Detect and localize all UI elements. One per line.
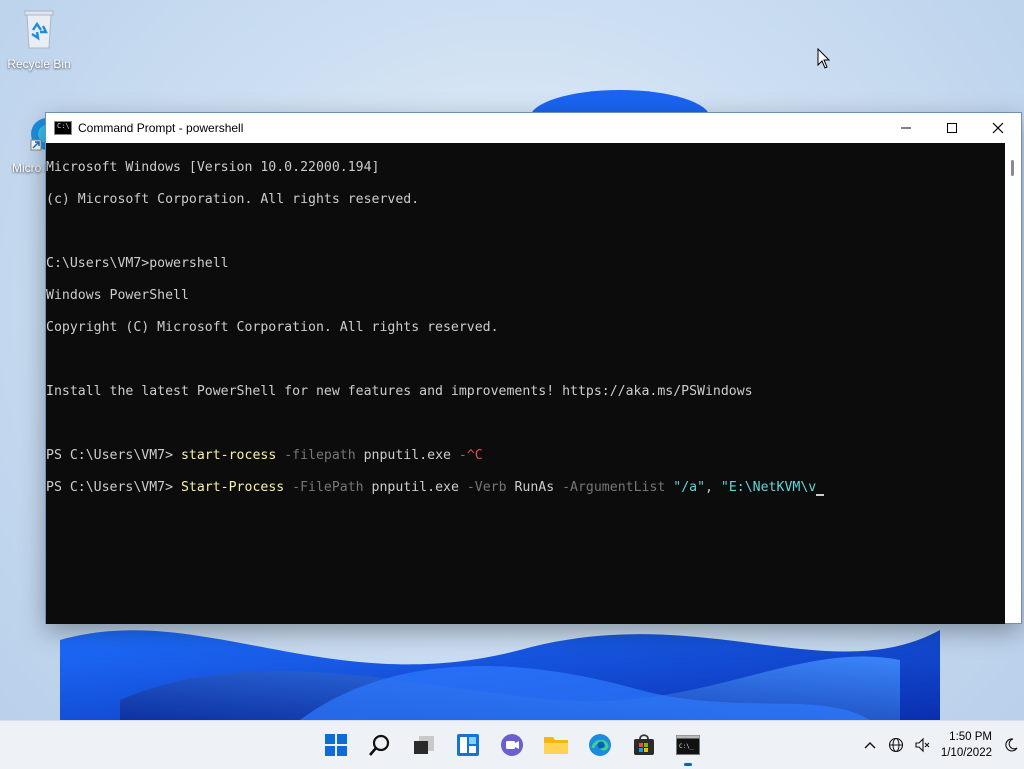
console-command-line-1: PS C:\Users\VM7> start-rocess -filepath …: [46, 448, 1005, 464]
edge-button[interactable]: [578, 721, 622, 769]
file-explorer-button[interactable]: [534, 721, 578, 769]
ps-parameter: -ArgumentList: [554, 480, 666, 495]
ps-parameter: -: [450, 448, 467, 463]
taskbar: C:\_ 1:50 PM 1/10/2022: [0, 720, 1024, 769]
store-icon: [634, 734, 654, 755]
ps-separator: ,: [705, 480, 713, 495]
console-line: Install the latest PowerShell for new fe…: [46, 384, 753, 399]
ps-command: start-rocess: [180, 448, 277, 463]
ps-parameter: -filepath: [276, 448, 356, 463]
globe-icon: [888, 737, 903, 753]
command-prompt-window[interactable]: C:\ Command Prompt - powershell Microsof…: [46, 113, 1021, 624]
console-command-line-2[interactable]: PS C:\Users\VM7> Start-Process -FilePath…: [46, 480, 1005, 496]
ps-prompt: PS C:\Users\VM7>: [46, 448, 181, 463]
console-line: Microsoft Windows [Version 10.0.22000.19…: [46, 160, 380, 175]
console-line: C:\Users\VM7>powershell: [46, 256, 229, 271]
chevron-up-icon: [864, 742, 876, 749]
cmd-app-icon: C:\: [54, 121, 72, 135]
recycle-bin-desktop-icon[interactable]: Recycle Bin: [2, 8, 76, 71]
speaker-muted-icon: [915, 737, 930, 753]
svg-text:C:\_: C:\_: [679, 743, 694, 750]
recycle-bin-label: Recycle Bin: [7, 57, 71, 71]
clock-time: 1:50 PM: [949, 731, 992, 743]
clock-date: 1/10/2022: [940, 747, 992, 759]
store-button[interactable]: [622, 721, 666, 769]
edge-icon: [589, 734, 611, 756]
ps-parameter: -FilePath: [284, 480, 364, 495]
mouse-pointer-icon: [817, 48, 831, 69]
terminal-icon: C:\_: [676, 735, 700, 755]
network-button[interactable]: [883, 721, 909, 769]
terminal-button[interactable]: C:\_: [666, 721, 710, 769]
minimize-button[interactable]: [883, 113, 929, 143]
console-line: Copyright (C) Microsoft Corporation. All…: [46, 320, 499, 335]
close-button[interactable]: [975, 113, 1021, 143]
minimize-icon: [901, 127, 911, 129]
ps-argument: RunAs: [506, 480, 555, 495]
start-button[interactable]: [314, 721, 358, 769]
text-cursor: [816, 480, 825, 496]
show-hidden-icons-button[interactable]: [857, 721, 883, 769]
volume-button[interactable]: [909, 721, 935, 769]
window-title: Command Prompt - powershell: [78, 121, 244, 135]
close-icon: [992, 122, 1004, 134]
ps-argument: pnputil.exe: [355, 448, 451, 463]
maximize-icon: [947, 123, 957, 133]
ps-string: "/a": [665, 480, 706, 495]
start-icon: [325, 734, 347, 756]
chat-button[interactable]: [490, 721, 534, 769]
scrollbar-thumb[interactable]: [1011, 160, 1014, 176]
ps-string: "E:\NetKVM\v: [712, 480, 817, 495]
ps-prompt: PS C:\Users\VM7>: [46, 480, 181, 495]
taskbar-clock[interactable]: 1:50 PM 1/10/2022: [941, 729, 992, 761]
console-line: (c) Microsoft Corporation. All rights re…: [46, 192, 420, 207]
search-icon: [369, 734, 390, 756]
console-line: Windows PowerShell: [46, 288, 189, 303]
moon-icon: [1005, 738, 1018, 752]
widgets-button[interactable]: [446, 721, 490, 769]
chat-icon: [501, 734, 523, 756]
console-scrollbar[interactable]: [1005, 143, 1021, 623]
recycle-bin-icon: [24, 10, 54, 49]
ps-argument: pnputil.exe: [363, 480, 459, 495]
file-explorer-icon: [544, 737, 568, 754]
search-button[interactable]: [358, 721, 402, 769]
widgets-icon: [457, 734, 479, 756]
notifications-button[interactable]: [998, 721, 1024, 769]
maximize-button[interactable]: [929, 113, 975, 143]
ps-command: Start-Process: [180, 480, 285, 495]
system-tray: 1:50 PM 1/10/2022: [857, 721, 1024, 769]
window-titlebar[interactable]: C:\ Command Prompt - powershell: [46, 113, 1021, 143]
task-view-button[interactable]: [402, 721, 446, 769]
task-view-icon: [414, 736, 434, 754]
ps-parameter: -Verb: [458, 480, 507, 495]
console-output[interactable]: Microsoft Windows [Version 10.0.22000.19…: [46, 143, 1005, 624]
ps-interrupt: ^C: [466, 448, 483, 463]
